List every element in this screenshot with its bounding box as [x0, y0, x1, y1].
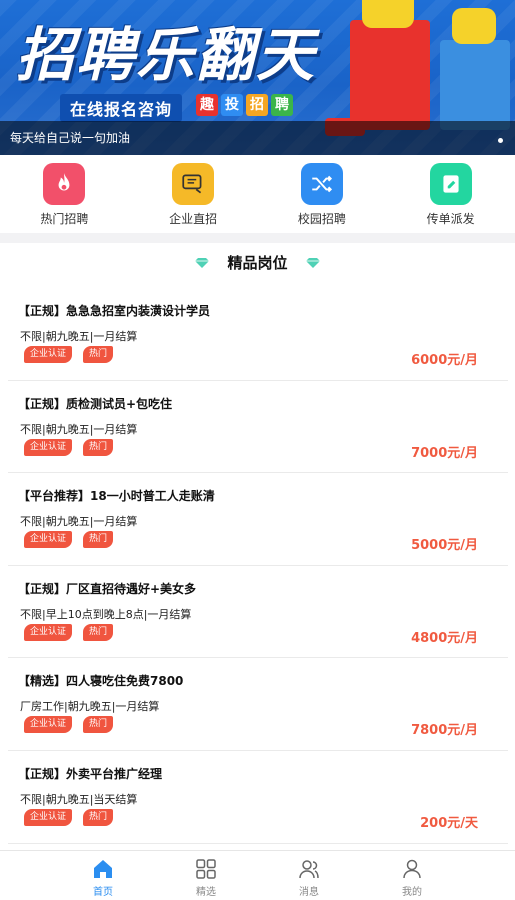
tab-featured[interactable]: 精选 — [155, 851, 258, 900]
job-salary: 4800元/月 — [411, 630, 478, 646]
flyer-icon — [429, 163, 472, 205]
job-title: 【精选】四人寝吃住免费7800 — [18, 674, 184, 689]
category-hot-jobs[interactable]: 热门招聘 — [0, 155, 129, 233]
section-title: 精品岗位 — [227, 254, 288, 272]
job-tags: 企业认证 热门 — [24, 531, 114, 549]
job-salary: 5000元/月 — [411, 538, 478, 554]
job-details: 不限|朝九晚五|一月结算 — [20, 330, 138, 343]
tab-label: 我的 — [402, 887, 422, 898]
job-salary: 6000元/月 — [411, 353, 478, 368]
carousel-indicator[interactable] — [498, 138, 503, 143]
verified-badge: 企业认证 — [24, 623, 73, 641]
tab-label: 首页 — [93, 887, 113, 898]
shuffle-icon — [300, 163, 343, 205]
lego-figure-illustration — [350, 20, 430, 130]
hot-badge: 热门 — [83, 531, 114, 549]
job-card[interactable]: 【正规】厂区直招待遇好+美女多 不限|早上10点到晚上8点|一月结算 企业认证 … — [8, 566, 508, 659]
category-label: 企业直招 — [169, 212, 218, 226]
job-details: 不限|朝九晚五|一月结算 — [20, 515, 138, 529]
lego-head-illustration — [362, 0, 414, 28]
person-icon — [403, 859, 421, 879]
job-card[interactable]: 【正规】急急急招室内装潢设计学员 不限|朝九晚五|一月结算 企业认证 热门 60… — [8, 288, 508, 381]
hot-badge: 热门 — [83, 716, 114, 734]
category-direct-hire[interactable]: 企业直招 — [129, 155, 258, 233]
job-tags: 企业认证 热门 — [24, 623, 114, 641]
lego-head-illustration-2 — [452, 8, 496, 44]
job-list: 【正规】急急急招室内装潢设计学员 不限|朝九晚五|一月结算 企业认证 热门 60… — [8, 288, 508, 844]
banner-caption: 每天给自己说一句加油 — [0, 121, 515, 155]
job-title: 【正规】外卖平台推广经理 — [18, 766, 163, 781]
brand-char: 投 — [221, 94, 243, 116]
brand-char: 聘 — [271, 94, 293, 116]
verified-badge: 企业认证 — [24, 438, 73, 456]
job-title: 【平台推荐】18一小时普工人走账清 — [18, 489, 215, 504]
banner-title: 招聘乐翻天 — [16, 21, 317, 89]
job-details: 厂房工作|朝九晚五|一月结算 — [20, 700, 160, 714]
job-title: 【正规】急急急招室内装潢设计学员 — [18, 304, 211, 318]
diamond-icon — [195, 257, 210, 268]
job-tags: 企业认证 热门 — [24, 808, 114, 826]
hot-badge: 热门 — [83, 438, 114, 456]
flame-icon — [43, 163, 86, 205]
users-icon — [299, 860, 319, 879]
hero-banner[interactable]: 招聘乐翻天 在线报名咨询 趣 投 招 聘 每天给自己说一句加油 — [0, 0, 515, 155]
section-heading: 精品岗位 — [0, 252, 515, 278]
bottom-tab-bar: 首页 精选 消息 我的 — [0, 850, 515, 900]
brand-char: 趣 — [196, 94, 218, 116]
recruit-chat-icon — [172, 163, 215, 205]
job-card[interactable]: 【精选】四人寝吃住免费7800 厂房工作|朝九晚五|一月结算 企业认证 热门 7… — [8, 658, 508, 751]
hot-badge: 热门 — [83, 808, 114, 826]
job-card[interactable]: 【正规】质检测试员+包吃住 不限|朝九晚五|一月结算 企业认证 热门 7000元… — [8, 381, 508, 474]
job-title: 【正规】质检测试员+包吃住 — [18, 396, 173, 411]
diamond-icon — [305, 257, 320, 268]
verified-badge: 企业认证 — [24, 346, 73, 363]
banner-subtitle: 在线报名咨询 — [60, 94, 183, 122]
job-card[interactable]: 【正规】外卖平台推广经理 不限|朝九晚五|当天结算 企业认证 热门 200元/天 — [8, 751, 508, 844]
job-details: 不限|朝九晚五|一月结算 — [20, 422, 138, 436]
job-salary: 200元/天 — [420, 815, 478, 831]
job-tags: 企业认证 热门 — [24, 438, 114, 456]
job-details: 不限|早上10点到晚上8点|一月结算 — [20, 607, 192, 621]
tab-label: 精选 — [196, 887, 216, 898]
verified-badge: 企业认证 — [24, 716, 73, 734]
grid-icon — [196, 859, 216, 879]
category-campus[interactable]: 校园招聘 — [258, 155, 387, 233]
job-salary: 7800元/月 — [411, 723, 478, 739]
job-details: 不限|朝九晚五|当天结算 — [20, 792, 138, 806]
category-label: 传单派发 — [426, 212, 475, 226]
home-icon — [94, 860, 112, 878]
lego-figure-illustration-2 — [440, 40, 510, 130]
hot-badge: 热门 — [83, 346, 114, 363]
category-label: 校园招聘 — [297, 212, 346, 226]
category-label: 热门招聘 — [40, 212, 89, 226]
tab-profile[interactable]: 我的 — [361, 851, 464, 900]
category-nav: 热门招聘 企业直招 校园招聘 传单派发 — [0, 155, 515, 233]
banner-brand: 趣 投 招 聘 — [196, 94, 293, 116]
tab-home[interactable]: 首页 — [52, 851, 155, 900]
job-card[interactable]: 【平台推荐】18一小时普工人走账清 不限|朝九晚五|一月结算 企业认证 热门 5… — [8, 473, 508, 566]
job-salary: 7000元/月 — [411, 445, 478, 461]
job-tags: 企业认证 热门 — [24, 346, 114, 363]
category-flyer[interactable]: 传单派发 — [386, 155, 515, 233]
tab-label: 消息 — [299, 887, 319, 898]
section-divider — [0, 233, 515, 243]
job-tags: 企业认证 热门 — [24, 716, 114, 734]
tab-messages[interactable]: 消息 — [258, 851, 361, 900]
hot-badge: 热门 — [83, 623, 114, 641]
brand-char: 招 — [246, 94, 268, 116]
verified-badge: 企业认证 — [24, 531, 73, 549]
verified-badge: 企业认证 — [24, 808, 73, 826]
job-title: 【正规】厂区直招待遇好+美女多 — [18, 581, 197, 596]
